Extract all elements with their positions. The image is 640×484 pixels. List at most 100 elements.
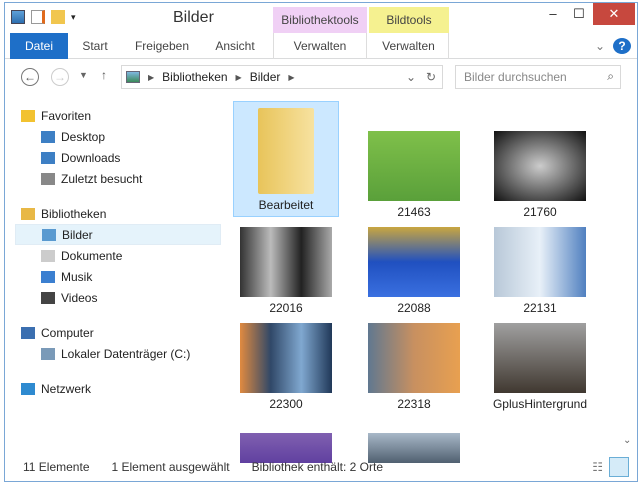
image-thumbnail bbox=[494, 323, 586, 393]
file-name: 22016 bbox=[269, 301, 303, 315]
nav-item-zuletzt-besucht[interactable]: Zuletzt besucht bbox=[15, 168, 221, 189]
minimize-button[interactable]: – bbox=[539, 3, 567, 25]
nav-item-label: Desktop bbox=[61, 129, 106, 144]
help-icon[interactable]: ? bbox=[613, 38, 631, 54]
nav-item-label: Bibliotheken bbox=[41, 206, 107, 221]
nav-item-label: Dokumente bbox=[61, 248, 123, 263]
search-input[interactable]: Bilder durchsuchen ⌕ bbox=[455, 65, 621, 89]
nav-item-label: Bilder bbox=[62, 227, 93, 242]
recent-icon bbox=[41, 172, 55, 185]
explorer-window: ▾ Bilder Bibliothektools Bildtools – ☐ ✕… bbox=[4, 2, 638, 482]
search-icon: ⌕ bbox=[607, 69, 614, 83]
context-tab-bildtools: Bildtools bbox=[369, 7, 449, 33]
file-name: 22300 bbox=[269, 397, 303, 411]
nav-item-downloads[interactable]: Downloads bbox=[15, 147, 221, 168]
network-icon bbox=[21, 382, 35, 395]
folder-item[interactable]: Bearbeitet bbox=[233, 101, 339, 217]
videos-icon bbox=[41, 291, 55, 304]
recent-locations-icon[interactable]: ▼ bbox=[79, 70, 88, 80]
close-button[interactable]: ✕ bbox=[593, 3, 635, 25]
nav-item-videos[interactable]: Videos bbox=[15, 287, 221, 308]
image-thumbnail bbox=[240, 323, 332, 393]
customize-quick-access-icon[interactable]: ▾ bbox=[71, 12, 76, 23]
nav-item-dokumente[interactable]: Dokumente bbox=[15, 245, 221, 266]
large-icons-view-icon[interactable] bbox=[609, 457, 629, 477]
tab-verwalten-bild[interactable]: Verwalten bbox=[369, 33, 449, 59]
window-title: Bilder bbox=[173, 9, 214, 26]
image-thumbnail bbox=[368, 227, 460, 297]
pictures-library-icon bbox=[126, 71, 140, 83]
music-icon bbox=[41, 270, 55, 283]
nav-item-label: Computer bbox=[41, 325, 94, 340]
properties-icon[interactable] bbox=[31, 10, 45, 24]
drive-icon bbox=[41, 347, 55, 360]
computer-icon bbox=[21, 326, 35, 339]
tab-ansicht[interactable]: Ansicht bbox=[209, 33, 261, 59]
image-item[interactable]: 22131 bbox=[487, 221, 593, 315]
search-placeholder: Bilder durchsuchen bbox=[464, 70, 567, 84]
file-name: GplusHintergrund bbox=[492, 397, 588, 411]
libraries-icon bbox=[21, 207, 35, 220]
nav-item-desktop[interactable]: Desktop bbox=[15, 126, 221, 147]
address-dropdown-icon[interactable]: ⌄ bbox=[406, 70, 416, 84]
documents-icon bbox=[41, 249, 55, 262]
breadcrumb-bibliotheken[interactable]: Bibliotheken bbox=[162, 70, 227, 84]
tab-verwalten-bibliothek[interactable]: Verwalten bbox=[273, 33, 367, 59]
downloads-icon bbox=[41, 151, 55, 164]
image-thumbnail bbox=[494, 227, 586, 297]
desktop-icon bbox=[41, 130, 55, 143]
forward-button[interactable]: → bbox=[51, 68, 69, 86]
up-button[interactable]: ↑ bbox=[101, 68, 107, 82]
file-name: 22088 bbox=[397, 301, 431, 315]
maximize-button[interactable]: ☐ bbox=[565, 3, 593, 25]
status-bar: 11 Elemente 1 Element ausgewählt Bibliot… bbox=[5, 455, 637, 479]
image-item[interactable]: 21760 bbox=[487, 101, 593, 219]
image-item[interactable]: GplusHintergrund bbox=[487, 317, 593, 411]
nav-item-bibliotheken[interactable]: Bibliotheken bbox=[15, 203, 221, 224]
nav-item-favoriten[interactable]: Favoriten bbox=[15, 105, 221, 126]
details-view-icon[interactable]: ☷ bbox=[592, 460, 603, 474]
nav-item-label: Zuletzt besucht bbox=[61, 171, 143, 186]
address-bar-row: ← → ▼ ↑ ▶ Bibliotheken ▶ Bilder ▶ ⌄ ↻ Bi… bbox=[5, 65, 637, 93]
nav-item-label: Favoriten bbox=[41, 108, 92, 123]
address-field[interactable]: ▶ Bibliotheken ▶ Bilder ▶ ⌄ ↻ bbox=[121, 65, 443, 89]
tab-freigeben[interactable]: Freigeben bbox=[131, 33, 193, 59]
navigation-pane: Favoriten Desktop Downloads Zuletzt besucht… bbox=[15, 105, 221, 399]
pictures-icon bbox=[42, 228, 56, 241]
star-icon bbox=[21, 109, 35, 122]
nav-item-computer[interactable]: Computer bbox=[15, 322, 221, 343]
nav-item-musik[interactable]: Musik bbox=[15, 266, 221, 287]
refresh-icon[interactable]: ↻ bbox=[426, 70, 436, 84]
title-bar: ▾ Bilder Bibliothektools Bildtools – ☐ ✕ bbox=[5, 3, 637, 33]
nav-item-label: Netzwerk bbox=[41, 381, 92, 396]
tab-datei[interactable]: Datei bbox=[10, 33, 68, 59]
image-item[interactable]: 22088 bbox=[361, 221, 467, 315]
expand-ribbon-icon[interactable]: ⌄ bbox=[593, 33, 607, 59]
back-button[interactable]: ← bbox=[21, 68, 39, 86]
nav-item-label: Downloads bbox=[61, 150, 121, 165]
image-item[interactable]: 21463 bbox=[361, 101, 467, 219]
file-name: 21463 bbox=[397, 205, 431, 219]
file-name: Bearbeitet bbox=[258, 198, 314, 212]
breadcrumb-bilder[interactable]: Bilder bbox=[250, 70, 281, 84]
file-name: 21760 bbox=[523, 205, 557, 219]
file-name: 22131 bbox=[523, 301, 557, 315]
nav-item-bilder[interactable]: Bilder bbox=[15, 224, 221, 245]
image-item[interactable]: 22016 bbox=[233, 221, 339, 315]
scroll-down-button[interactable]: ⌄ bbox=[623, 435, 631, 446]
image-thumbnail bbox=[368, 131, 460, 201]
image-item[interactable]: 22300 bbox=[233, 317, 339, 411]
nav-item-netzwerk[interactable]: Netzwerk bbox=[15, 378, 221, 399]
context-tab-bibliothektools: Bibliothektools bbox=[273, 7, 367, 33]
nav-item-label: Musik bbox=[61, 269, 93, 284]
tab-start[interactable]: Start bbox=[73, 33, 117, 59]
image-item[interactable]: 22318 bbox=[361, 317, 467, 411]
file-name: 22318 bbox=[397, 397, 431, 411]
nav-item-lokaler-datenträger-c-[interactable]: Lokaler Datenträger (C:) bbox=[15, 343, 221, 364]
new-folder-icon[interactable] bbox=[51, 10, 65, 24]
nav-item-label: Videos bbox=[61, 290, 98, 305]
item-count: 11 Elemente bbox=[23, 460, 90, 474]
library-info: Bibliothek enthält: 2 Orte bbox=[251, 460, 383, 474]
image-thumbnail bbox=[240, 227, 332, 297]
image-thumbnail bbox=[494, 131, 586, 201]
